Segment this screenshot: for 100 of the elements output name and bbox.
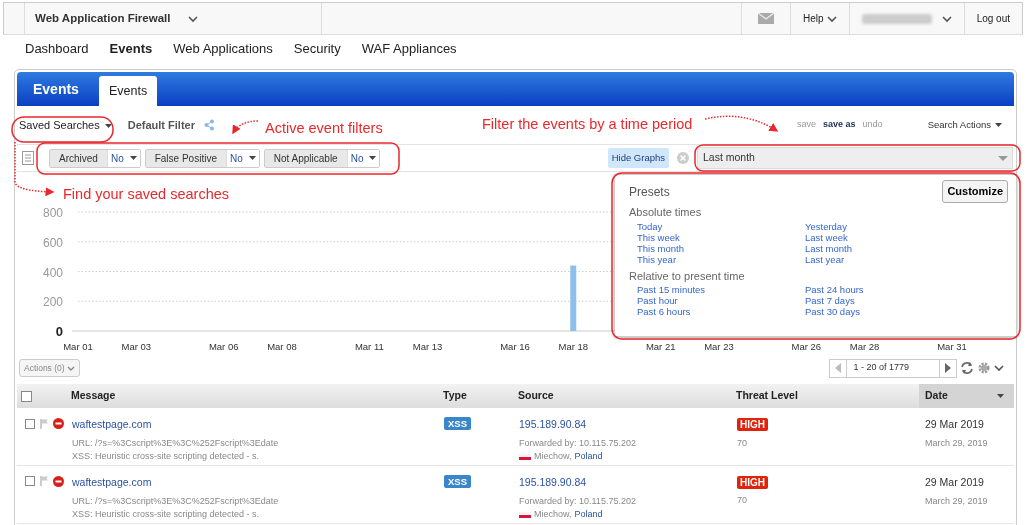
filter-label: Not Applicable (264, 149, 347, 167)
type-badge: XSS (444, 417, 471, 430)
sort-icon[interactable] (997, 394, 1004, 399)
customize-button[interactable]: Customize (942, 180, 1008, 203)
preset-link[interactable]: Last month (805, 242, 973, 254)
preset-link[interactable]: Past 6 hours (637, 306, 805, 317)
city-text: Miechow, (534, 508, 572, 521)
caret-icon[interactable] (248, 156, 256, 160)
x-tick-label: Mar 23 (704, 341, 734, 352)
preset-link[interactable]: This month (637, 242, 805, 254)
preset-link[interactable]: Yesterday (805, 220, 973, 232)
preset-link[interactable]: Last year (805, 253, 973, 265)
nav-link[interactable]: WAF Appliances (361, 39, 457, 63)
nav-link[interactable]: Web Applications (173, 39, 273, 63)
presets-heading: Presets (629, 184, 670, 201)
city-text: Miechow, (534, 450, 572, 464)
refresh-icon[interactable] (960, 361, 974, 375)
preset-link[interactable]: Last week (805, 231, 973, 243)
x-tick-label: Mar 03 (121, 341, 152, 352)
type-badge: XSS (444, 474, 471, 488)
url-text: URL: /?s=%3Cscript%3E%3C%252Fscript%3Edate (72, 494, 280, 508)
flag-icon (519, 511, 531, 518)
forwarded-text: Forwarded by: 10.115.75.202 (519, 436, 637, 450)
help-menu[interactable]: Help (803, 11, 824, 26)
column-header[interactable]: Type (443, 389, 467, 402)
source-ip-link[interactable]: 195.189.90.84 (519, 417, 735, 433)
preset-group-heading: Absolute times (629, 205, 703, 220)
share-icon[interactable] (203, 119, 215, 131)
column-header[interactable]: Source (518, 389, 554, 402)
next-icon[interactable] (945, 363, 951, 373)
x-tick-label: Mar 01 (63, 341, 93, 352)
x-tick-label: Mar 21 (645, 341, 676, 352)
country-link[interactable]: Poland (574, 450, 603, 464)
annotation-text: Find your saved searches (63, 185, 230, 204)
x-tick-label: Mar 08 (267, 341, 297, 352)
y-tick-label: 0 (55, 324, 63, 339)
column-header[interactable]: Message (71, 389, 116, 402)
country-link[interactable]: Poland (574, 508, 603, 522)
caret-icon[interactable] (104, 123, 112, 128)
nav-link[interactable]: Dashboard (25, 39, 89, 63)
preset-link[interactable]: This week (637, 231, 805, 243)
saved-searches-menu[interactable]: Saved Searches (19, 118, 100, 131)
y-tick-label: 200 (42, 295, 63, 310)
search-action-link[interactable]: save as (823, 118, 856, 132)
caret-icon[interactable] (941, 14, 952, 23)
caret-icon[interactable] (129, 156, 137, 160)
x-tick-label: Mar 26 (791, 341, 822, 352)
logout-link[interactable]: Log out (976, 11, 1010, 26)
source-ip-link[interactable]: 195.189.90.84 (519, 474, 735, 491)
caret-icon[interactable] (995, 123, 1002, 128)
caret-icon[interactable] (369, 156, 377, 160)
bar (570, 265, 577, 331)
y-tick-label: 600 (42, 235, 63, 250)
y-tick-label: 800 (42, 206, 63, 220)
column-header[interactable]: Threat Level (736, 389, 798, 402)
filter-name: Default Filter (127, 117, 195, 133)
preset-link[interactable]: Past 7 days (805, 295, 973, 306)
preset-link[interactable]: Past hour (637, 295, 805, 306)
annotation-text: Filter the events by a time period (482, 115, 693, 134)
x-tick-label: Mar 31 (937, 341, 967, 352)
preset-link[interactable]: Past 15 minutes (637, 284, 805, 295)
threat-level-badge: HIGH (737, 418, 768, 431)
forwarded-text: Forwarded by: 10.115.75.202 (519, 494, 637, 508)
preset-link[interactable]: This year (637, 253, 805, 265)
filter-value[interactable]: No (110, 150, 124, 166)
actions-button[interactable]: Actions (0) (19, 358, 80, 378)
app-title: Web Application Firewall (35, 10, 171, 26)
preset-link[interactable]: Today (637, 220, 805, 232)
previous-icon[interactable] (835, 363, 842, 373)
column-header[interactable]: Date (925, 389, 948, 402)
search-actions-menu[interactable]: Search Actions (927, 118, 991, 130)
filter-label: False Positive (145, 149, 226, 167)
message-link[interactable]: waftestpage.com (72, 474, 442, 491)
caret-icon[interactable] (994, 364, 1004, 372)
checkbox[interactable] (25, 418, 35, 429)
mail-icon[interactable] (758, 13, 775, 24)
filter-value[interactable]: No (229, 150, 243, 166)
preset-link[interactable]: Past 30 days (805, 306, 973, 317)
hide-graphs-button[interactable]: Hide Graphs (607, 147, 669, 169)
blocked-icon (53, 418, 64, 430)
checkbox[interactable] (25, 476, 35, 487)
nav-link[interactable]: Security (293, 39, 341, 63)
date-long-text: March 29, 2019 (925, 436, 989, 450)
checkbox[interactable] (21, 390, 32, 402)
callout-arrow (14, 141, 55, 197)
caret-icon[interactable] (826, 14, 837, 23)
x-tick-label: Mar 16 (500, 341, 530, 352)
filter-value[interactable]: No (350, 150, 364, 166)
list-icon[interactable] (22, 151, 34, 165)
detail-text: XSS: Heuristic cross-site scripting detected - s. (72, 508, 261, 521)
tab[interactable]: Events (98, 76, 158, 106)
threat-score: 70 (737, 436, 748, 450)
preset-link[interactable]: Past 24 hours (805, 284, 973, 295)
nav-link[interactable]: Events (109, 39, 153, 63)
message-link[interactable]: waftestpage.com (72, 417, 442, 433)
x-tick-label: Mar 13 (412, 341, 443, 352)
time-period-field[interactable]: Last month (697, 147, 1013, 169)
caret-icon[interactable] (188, 14, 199, 23)
panel-title: Events (33, 79, 79, 99)
date-text: 29 Mar 2019 (925, 474, 985, 490)
